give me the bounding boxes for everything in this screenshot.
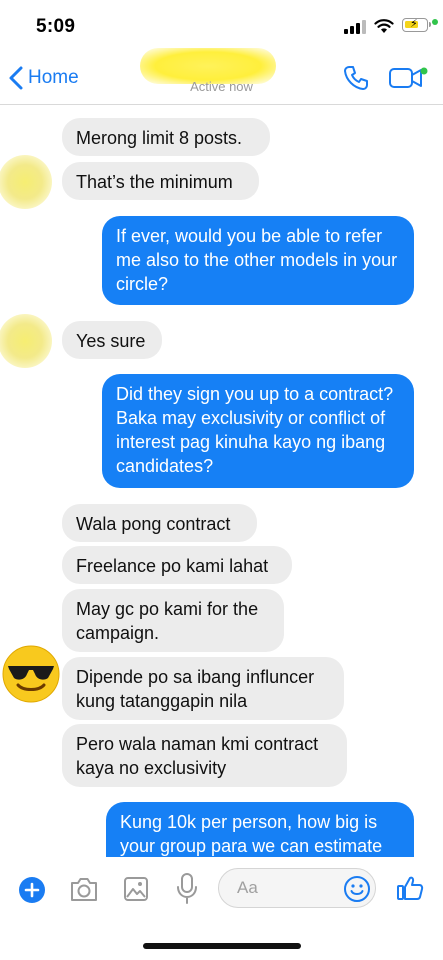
phone-icon[interactable]	[342, 64, 370, 92]
conversation-header: Home Active now	[0, 48, 443, 105]
sunglasses-emoji-avatar[interactable]	[2, 645, 60, 703]
message-bubble-incoming[interactable]: Freelance po kami lahat	[62, 546, 292, 584]
microphone-icon[interactable]	[176, 872, 198, 906]
battery-charging-icon: ⚡	[402, 18, 431, 32]
message-bubble-incoming[interactable]: Yes sure	[62, 321, 162, 359]
status-bar: 5:09 ⚡	[0, 0, 443, 52]
contact-avatar-redacted[interactable]	[0, 314, 52, 368]
message-thread[interactable]: Merong limit 8 posts. That’s the minimum…	[0, 105, 443, 857]
message-input[interactable]: Aa	[218, 868, 376, 908]
image-icon[interactable]	[123, 876, 149, 902]
mic-in-use-dot	[432, 19, 438, 25]
status-icons: ⚡	[344, 18, 438, 36]
message-bubble-incoming[interactable]: Dipende po sa ibang influncer kung tatan…	[62, 657, 344, 720]
camera-icon[interactable]	[68, 875, 100, 903]
wifi-icon	[374, 19, 394, 33]
home-indicator[interactable]	[143, 943, 301, 949]
message-bubble-outgoing[interactable]: Did they sign you up to a contract? Baka…	[102, 374, 414, 488]
message-bubble-incoming[interactable]: Merong limit 8 posts.	[62, 118, 270, 156]
plus-icon[interactable]	[18, 876, 46, 904]
message-bubble-outgoing[interactable]: If ever, would you be able to refer me a…	[102, 216, 414, 305]
message-composer: Aa	[0, 858, 443, 922]
status-time: 5:09	[36, 16, 76, 37]
signal-icon	[344, 18, 366, 34]
message-bubble-incoming[interactable]: Wala pong contract	[62, 504, 257, 542]
message-bubble-incoming[interactable]: That’s the minimum	[62, 162, 259, 200]
message-bubble-incoming[interactable]: Pero wala naman kmi contract kaya no exc…	[62, 724, 347, 787]
thumbs-up-icon[interactable]	[396, 874, 424, 902]
video-camera-icon[interactable]	[388, 66, 428, 90]
message-input-placeholder: Aa	[237, 878, 258, 897]
message-bubble-outgoing[interactable]: Kung 10k per person, how big is your gro…	[106, 802, 414, 857]
message-bubble-incoming[interactable]: May gc po kami for the campaign.	[62, 589, 284, 652]
active-status: Active now	[190, 79, 253, 94]
emoji-icon[interactable]	[343, 875, 371, 903]
contact-avatar-redacted[interactable]	[0, 155, 52, 209]
